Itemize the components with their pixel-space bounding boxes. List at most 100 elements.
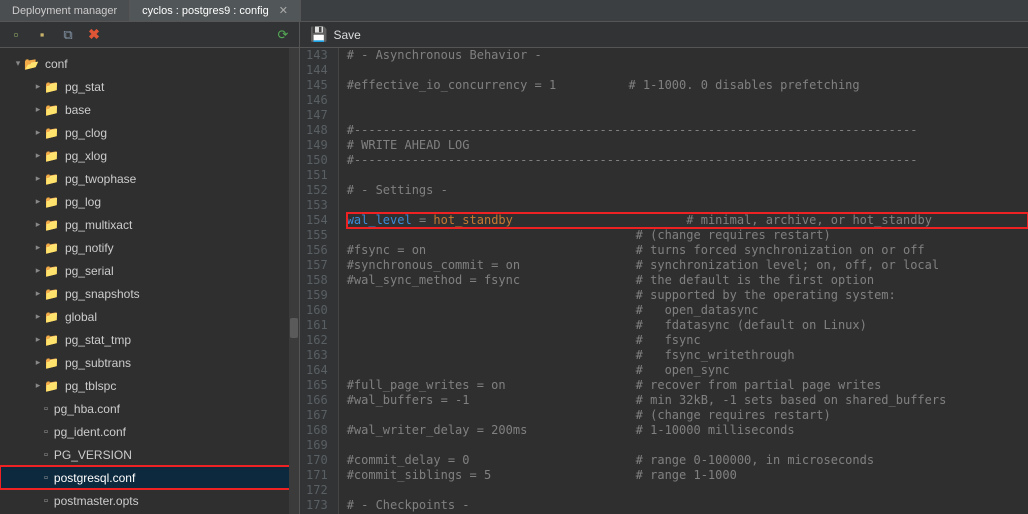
folder-icon: 📁 [44, 356, 59, 370]
file-icon: ▫ [44, 426, 48, 438]
code-line[interactable]: # (change requires restart) [347, 408, 1028, 423]
tree-label: PG_VERSION [54, 448, 132, 462]
tree-folder-pg-log[interactable]: ▸📁pg_log [0, 190, 299, 213]
close-icon[interactable]: ✕ [279, 4, 288, 17]
tree-folder-pg-snapshots[interactable]: ▸📁pg_snapshots [0, 282, 299, 305]
tree-file-postgresql-conf[interactable]: ▫postgresql.conf [0, 466, 299, 489]
code-line[interactable]: #full_page_writes = on # recover from pa… [347, 378, 1028, 393]
code-line[interactable]: #wal_sync_method = fsync # the default i… [347, 273, 1028, 288]
code-line[interactable]: # WRITE AHEAD LOG [347, 138, 1028, 153]
new-file-icon[interactable]: ▫ [8, 27, 24, 43]
editor-tabs: Deployment manager cyclos : postgres9 : … [0, 0, 1028, 22]
code-line[interactable]: wal_level = hot_standby # minimal, archi… [347, 213, 1028, 228]
code-line[interactable] [347, 63, 1028, 78]
line-number: 156 [306, 243, 328, 258]
line-number: 149 [306, 138, 328, 153]
line-number: 143 [306, 48, 328, 63]
tab-label: Deployment manager [12, 5, 117, 17]
tree-file-pg-version[interactable]: ▫PG_VERSION [0, 443, 299, 466]
code-line[interactable]: #commit_delay = 0 # range 0-100000, in m… [347, 453, 1028, 468]
tree-label: pg_snapshots [65, 287, 140, 301]
folder-icon: 📁 [44, 80, 59, 94]
tree-label: global [65, 310, 97, 324]
tree-folder-pg-stat-tmp[interactable]: ▸📁pg_stat_tmp [0, 328, 299, 351]
line-number: 163 [306, 348, 328, 363]
tree-folder-pg-twophase[interactable]: ▸📁pg_twophase [0, 167, 299, 190]
code-line[interactable]: # - Asynchronous Behavior - [347, 48, 1028, 63]
caret-right-icon: ▸ [32, 81, 44, 92]
folder-icon: 📁 [44, 149, 59, 163]
code-line[interactable]: #---------------------------------------… [347, 153, 1028, 168]
code-line[interactable]: #wal_writer_delay = 200ms # 1-10000 mill… [347, 423, 1028, 438]
tab-deployment-manager[interactable]: Deployment manager [0, 0, 130, 21]
line-number: 150 [306, 153, 328, 168]
copy-icon[interactable]: ⧉ [60, 27, 76, 43]
tree-folder-pg-tblspc[interactable]: ▸📁pg_tblspc [0, 374, 299, 397]
tree-folder-pg-notify[interactable]: ▸📁pg_notify [0, 236, 299, 259]
caret-right-icon: ▸ [32, 104, 44, 115]
tree-folder-pg-xlog[interactable]: ▸📁pg_xlog [0, 144, 299, 167]
code-line[interactable]: #synchronous_commit = on # synchronizati… [347, 258, 1028, 273]
tree-label: pg_hba.conf [54, 402, 120, 416]
tree-folder-pg-clog[interactable]: ▸📁pg_clog [0, 121, 299, 144]
tree-file-pg-hba-conf[interactable]: ▫pg_hba.conf [0, 397, 299, 420]
code-line[interactable]: # supported by the operating system: [347, 288, 1028, 303]
line-number: 146 [306, 93, 328, 108]
code-line[interactable]: #---------------------------------------… [347, 123, 1028, 138]
tree-label: pg_twophase [65, 172, 136, 186]
tree-label: pg_tblspc [65, 379, 116, 393]
caret-down-icon: ▾ [12, 58, 24, 69]
code-line[interactable] [347, 93, 1028, 108]
line-number: 167 [306, 408, 328, 423]
line-number: 145 [306, 78, 328, 93]
folder-open-icon: 📂 [24, 57, 39, 71]
code-line[interactable]: # fsync [347, 333, 1028, 348]
tree-folder-pg-multixact[interactable]: ▸📁pg_multixact [0, 213, 299, 236]
code-line[interactable] [347, 168, 1028, 183]
tree-label: pg_serial [65, 264, 114, 278]
save-button[interactable]: Save [333, 28, 360, 42]
code-line[interactable]: # open_datasync [347, 303, 1028, 318]
caret-right-icon: ▸ [32, 127, 44, 138]
code-editor[interactable]: 1431441451461471481491501511521531541551… [300, 48, 1028, 514]
tab-config-file[interactable]: cyclos : postgres9 : config ✕ [130, 0, 301, 21]
editor-toolbar: 💾 Save [300, 22, 1028, 47]
line-number: 147 [306, 108, 328, 123]
delete-icon[interactable]: ✖ [86, 27, 102, 43]
new-folder-icon[interactable]: ▪ [34, 27, 50, 43]
code-line[interactable]: # - Checkpoints - [347, 498, 1028, 513]
tree-file-postmaster-opts[interactable]: ▫postmaster.opts [0, 489, 299, 512]
caret-right-icon: ▸ [32, 311, 44, 322]
code-line[interactable] [347, 483, 1028, 498]
line-number: 168 [306, 423, 328, 438]
code-content[interactable]: # - Asynchronous Behavior - #effective_io… [339, 48, 1028, 514]
tree-folder-global[interactable]: ▸📁global [0, 305, 299, 328]
line-number: 157 [306, 258, 328, 273]
tree-folder-pg-stat[interactable]: ▸📁pg_stat [0, 75, 299, 98]
code-line[interactable]: #fsync = on # turns forced synchronizati… [347, 243, 1028, 258]
code-line[interactable]: #effective_io_concurrency = 1 # 1-1000. … [347, 78, 1028, 93]
code-line[interactable] [347, 198, 1028, 213]
caret-right-icon: ▸ [32, 380, 44, 391]
refresh-icon[interactable]: ⟳ [275, 27, 291, 43]
code-line[interactable] [347, 438, 1028, 453]
code-line[interactable]: #wal_buffers = -1 # min 32kB, -1 sets ba… [347, 393, 1028, 408]
code-line[interactable]: #commit_siblings = 5 # range 1-1000 [347, 468, 1028, 483]
tree-folder-pg-serial[interactable]: ▸📁pg_serial [0, 259, 299, 282]
code-line[interactable] [347, 108, 1028, 123]
tree-folder-pg-subtrans[interactable]: ▸📁pg_subtrans [0, 351, 299, 374]
code-line[interactable]: # fdatasync (default on Linux) [347, 318, 1028, 333]
line-number: 161 [306, 318, 328, 333]
tree-file-pg-ident-conf[interactable]: ▫pg_ident.conf [0, 420, 299, 443]
tree-folder-base[interactable]: ▸📁base [0, 98, 299, 121]
code-line[interactable]: # - Settings - [347, 183, 1028, 198]
line-number-gutter: 1431441451461471481491501511521531541551… [300, 48, 339, 514]
tree-label: base [65, 103, 91, 117]
code-line[interactable]: # (change requires restart) [347, 228, 1028, 243]
tree-label: conf [45, 57, 68, 71]
save-icon[interactable]: 💾 [310, 26, 327, 43]
code-line[interactable]: # fsync_writethrough [347, 348, 1028, 363]
sidebar-scrollbar[interactable] [289, 48, 299, 514]
tree-root-conf[interactable]: ▾📂 conf [0, 52, 299, 75]
code-line[interactable]: # open_sync [347, 363, 1028, 378]
